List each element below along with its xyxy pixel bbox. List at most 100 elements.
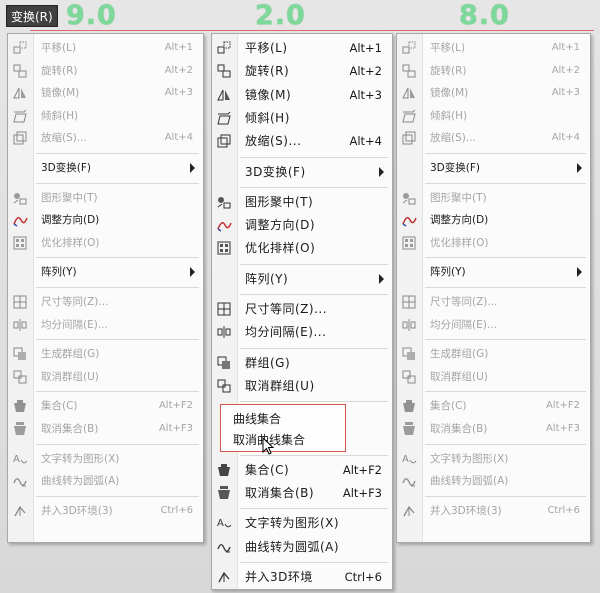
menu-item-equal-size[interactable]: 尺寸等同(Z)... bbox=[397, 291, 590, 313]
menu-separator bbox=[36, 287, 199, 288]
menu-item-shortcut: Alt+2 bbox=[349, 64, 382, 79]
transform-menu-v2: 平移(L) Alt+1 旋转(R) Alt+2 镜像(M) Alt+3 倾斜(H) 放缩(S)… bbox=[211, 33, 393, 590]
menu-item-move[interactable]: 平移(L) Alt+1 bbox=[397, 37, 590, 59]
menu-item-item-12[interactable]: 阵列(Y) bbox=[8, 261, 203, 283]
menu-item-item-6[interactable]: 3D变换(F) bbox=[8, 157, 203, 179]
menu-item-label: 取消集合(B) bbox=[430, 423, 488, 435]
svg-text:A: A bbox=[402, 454, 409, 465]
menu-item-group[interactable]: 生成群组(G) bbox=[397, 343, 590, 365]
menu-item-text-to-shape[interactable]: A 文字转为图形(X) bbox=[212, 512, 392, 534]
menu-item-ungroup[interactable]: 取消群组(U) bbox=[8, 366, 203, 388]
menu-item-label: 倾斜(H) bbox=[430, 109, 468, 122]
3d-env-icon bbox=[12, 503, 28, 519]
menu-item-center-shape[interactable]: 图形聚中(T) bbox=[212, 191, 392, 213]
menu-item-adjust-direction[interactable]: 调整方向(D) bbox=[8, 209, 203, 231]
menu-item-3d-env[interactable]: 并入3D环境(3) Ctrl+6 bbox=[8, 500, 203, 522]
equal-size-icon bbox=[401, 294, 417, 310]
menu-item-3d-env[interactable]: 并入3D环境 Ctrl+6 bbox=[212, 566, 392, 588]
menu-item-label: 3D变换(F) bbox=[41, 162, 91, 174]
menu-item-curve-to-arc[interactable]: 曲线转为圆弧(A) bbox=[397, 470, 590, 492]
menu-item-mirror[interactable]: 镜像(M) Alt+3 bbox=[8, 82, 203, 104]
menu-item-mirror[interactable]: 镜像(M) Alt+3 bbox=[212, 84, 392, 106]
uncombine-icon bbox=[401, 421, 417, 437]
menu-item-label: 并入3D环境 bbox=[245, 570, 313, 584]
menu-item-text-to-shape[interactable]: A 文字转为图形(X) bbox=[8, 448, 203, 470]
submenu-arrow-icon bbox=[379, 273, 384, 284]
menu-item-label: 镜像(M) bbox=[245, 87, 292, 102]
menu-item-label: 图形聚中(T) bbox=[41, 191, 98, 204]
menu-item-equal-spacing[interactable]: 均分间隔(E)... bbox=[8, 314, 203, 336]
menu-item-combine[interactable]: 集合(C) Alt+F2 bbox=[8, 395, 203, 417]
menu-item-scale[interactable]: 放缩(S)... Alt+4 bbox=[397, 127, 590, 149]
curve-to-arc-icon bbox=[401, 473, 417, 489]
menu-item-equal-size[interactable]: 尺寸等同(Z)... bbox=[8, 291, 203, 313]
menu-item-skew[interactable]: 倾斜(H) bbox=[212, 107, 392, 129]
curve-to-arc-icon bbox=[216, 539, 232, 555]
menu-item-shortcut: Alt+2 bbox=[164, 64, 193, 76]
uncombine-icon bbox=[12, 421, 28, 437]
menu-item-curve-to-arc[interactable]: 曲线转为圆弧(A) bbox=[8, 470, 203, 492]
menu-item-move[interactable]: 平移(L) Alt+1 bbox=[8, 37, 203, 59]
menu-item-adjust-direction[interactable]: 调整方向(D) bbox=[397, 209, 590, 231]
menu-item-combine[interactable]: 集合(C) Alt+F2 bbox=[212, 459, 392, 481]
menu-separator bbox=[36, 391, 199, 393]
menu-item-mirror[interactable]: 镜像(M) Alt+3 bbox=[397, 82, 590, 104]
menu-item-rotate[interactable]: 旋转(R) Alt+2 bbox=[8, 60, 203, 82]
menu-item-ungroup[interactable]: 取消群组(U) bbox=[212, 375, 392, 397]
version-label-9: 9.0 bbox=[66, 0, 117, 31]
menu-item-rotate[interactable]: 旋转(R) Alt+2 bbox=[212, 60, 392, 82]
menu-item-label: 并入3D环境(3) bbox=[41, 504, 113, 517]
submenu-arrow-icon bbox=[190, 163, 195, 173]
adjust-direction-icon bbox=[12, 212, 28, 228]
menu-separator bbox=[36, 182, 199, 184]
menu-item-ungroup[interactable]: 取消群组(U) bbox=[397, 366, 590, 388]
menu-item-group[interactable]: 群组(G) bbox=[212, 352, 392, 374]
menu-item-shortcut: Alt+3 bbox=[551, 87, 580, 99]
menu-item-center-shape[interactable]: 图形聚中(T) bbox=[8, 187, 203, 209]
menu-item-equal-size[interactable]: 尺寸等同(Z)... bbox=[212, 298, 392, 320]
menu-item-item-6[interactable]: 3D变换(F) bbox=[397, 157, 590, 179]
menu-item-optimize-sort[interactable]: 优化排样(O) bbox=[8, 232, 203, 254]
menu-item-center-shape[interactable]: 图形聚中(T) bbox=[397, 187, 590, 209]
transform-menu-button[interactable]: 变换(R) bbox=[6, 5, 58, 27]
popup-item-curve-combine[interactable]: 曲线集合 bbox=[233, 410, 281, 427]
menu-item-label: 放缩(S)... bbox=[245, 134, 302, 149]
menu-item-move[interactable]: 平移(L) Alt+1 bbox=[212, 37, 392, 59]
menu-item-label: 优化排样(O) bbox=[41, 236, 100, 249]
menu-separator bbox=[425, 182, 586, 184]
menu-separator bbox=[36, 257, 199, 259]
menu-item-label: 生成群组(G) bbox=[41, 348, 100, 361]
menu-item-rotate[interactable]: 旋转(R) Alt+2 bbox=[397, 60, 590, 82]
menu-item-item-12[interactable]: 阵列(Y) bbox=[397, 261, 590, 283]
scale-icon bbox=[401, 130, 417, 146]
menu-item-skew[interactable]: 倾斜(H) bbox=[8, 105, 203, 127]
menu-item-3d-env[interactable]: 并入3D环境(3) Ctrl+6 bbox=[397, 500, 590, 522]
3d-env-icon bbox=[216, 569, 232, 585]
menu-item-scale[interactable]: 放缩(S)... Alt+4 bbox=[8, 127, 203, 149]
menu-item-combine[interactable]: 集合(C) Alt+F2 bbox=[397, 395, 590, 417]
menu-item-item-6[interactable]: 3D变换(F) bbox=[212, 161, 392, 183]
menu-item-adjust-direction[interactable]: 调整方向(D) bbox=[212, 214, 392, 236]
menu-item-uncombine[interactable]: 取消集合(B) Alt+F3 bbox=[212, 482, 392, 504]
menu-item-text-to-shape[interactable]: A 文字转为图形(X) bbox=[397, 448, 590, 470]
menu-item-curve-to-arc[interactable]: 曲线转为圆弧(A) bbox=[212, 536, 392, 558]
menu-item-shortcut: Ctrl+6 bbox=[160, 504, 193, 516]
menu-item-label: 取消群组(U) bbox=[430, 370, 488, 383]
menu-item-label: 并入3D环境(3) bbox=[430, 504, 502, 517]
menu-item-item-12[interactable]: 阵列(Y) bbox=[212, 268, 392, 290]
menu-separator bbox=[240, 401, 388, 403]
menu-item-optimize-sort[interactable]: 优化排样(O) bbox=[397, 232, 590, 254]
menu-item-group[interactable]: 生成群组(G) bbox=[8, 343, 203, 365]
menu-item-uncombine[interactable]: 取消集合(B) Alt+F3 bbox=[8, 418, 203, 440]
menu-item-optimize-sort[interactable]: 优化排样(O) bbox=[212, 237, 392, 259]
menu-item-uncombine[interactable]: 取消集合(B) Alt+F3 bbox=[397, 418, 590, 440]
menu-separator bbox=[425, 339, 586, 341]
menu-item-scale[interactable]: 放缩(S)... Alt+4 bbox=[212, 130, 392, 152]
menu-item-skew[interactable]: 倾斜(H) bbox=[397, 105, 590, 127]
equal-size-icon bbox=[216, 301, 232, 317]
scale-icon bbox=[12, 130, 28, 146]
menu-item-label: 镜像(M) bbox=[41, 87, 80, 100]
menu-item-shortcut: Alt+2 bbox=[551, 64, 580, 76]
menu-item-equal-spacing[interactable]: 均分间隔(E)... bbox=[397, 314, 590, 336]
menu-item-equal-spacing[interactable]: 均分间隔(E)... bbox=[212, 321, 392, 343]
